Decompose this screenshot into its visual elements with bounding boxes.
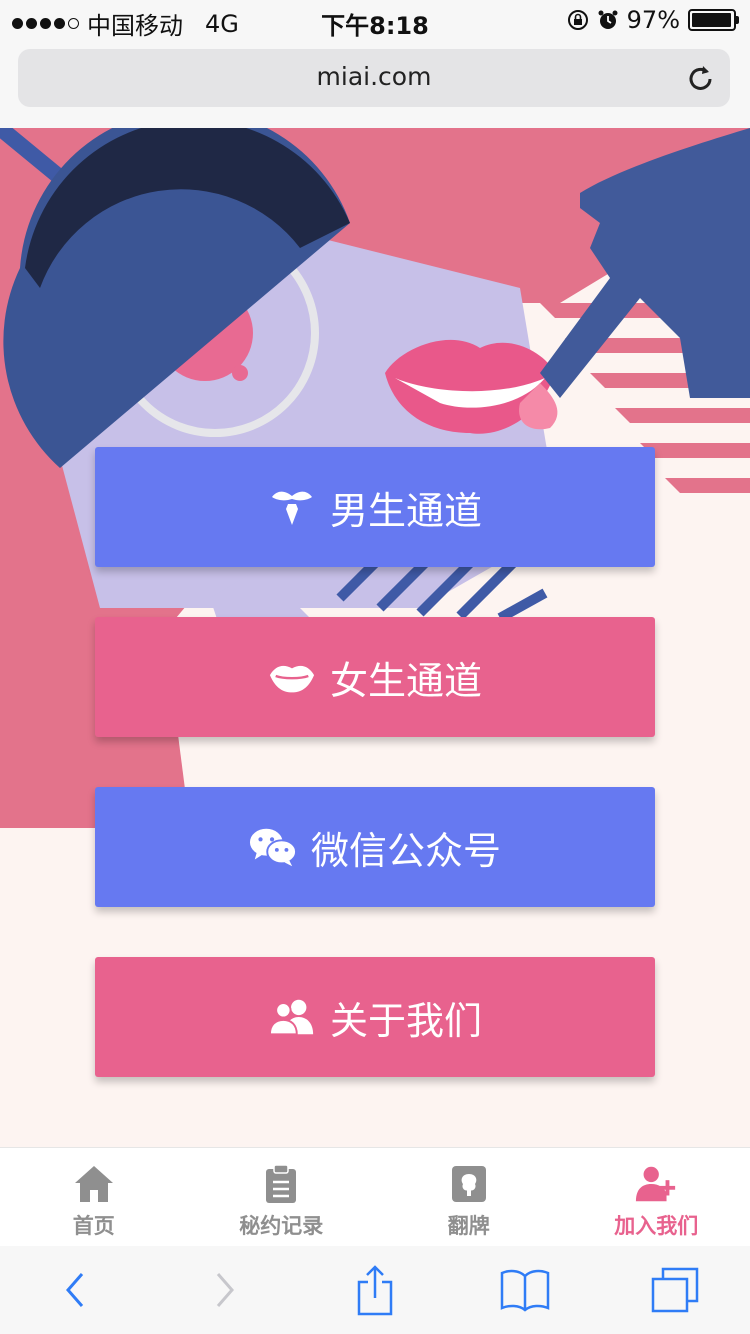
share-icon xyxy=(357,1265,393,1316)
tab-join-us[interactable]: 加入我们 xyxy=(563,1148,750,1246)
clipboard-icon xyxy=(259,1162,303,1206)
share-button[interactable] xyxy=(345,1260,405,1320)
mustache-tie-icon xyxy=(268,483,316,531)
tab-join-us-label: 加入我们 xyxy=(614,1214,699,1238)
tab-home-label: 首页 xyxy=(72,1214,115,1238)
tab-flip-card-label: 翻牌 xyxy=(447,1214,490,1238)
card-icon xyxy=(447,1162,491,1206)
about-us-label: 关于我们 xyxy=(329,998,482,1043)
tab-flip-card[interactable]: 翻牌 xyxy=(375,1148,563,1246)
book-icon xyxy=(500,1269,550,1312)
tab-date-records-label: 秘约记录 xyxy=(239,1214,324,1238)
lips-icon xyxy=(268,653,316,701)
wechat-official-account-label: 微信公众号 xyxy=(310,828,501,873)
browser-toolbar xyxy=(0,1246,750,1334)
about-us-button[interactable]: 关于我们 xyxy=(95,957,655,1077)
back-button[interactable] xyxy=(45,1260,105,1320)
browser-address-area: miai.com xyxy=(0,40,750,128)
alarm-icon xyxy=(598,10,618,29)
reload-icon[interactable] xyxy=(686,63,716,93)
address-bar[interactable]: miai.com xyxy=(18,49,730,107)
forward-button[interactable] xyxy=(195,1260,255,1320)
wechat-icon xyxy=(249,823,297,871)
male-channel-button[interactable]: 男生通道 xyxy=(95,447,655,567)
tab-home[interactable]: 首页 xyxy=(0,1148,188,1246)
chevron-left-icon xyxy=(66,1273,84,1307)
female-channel-label: 女生通道 xyxy=(329,658,482,703)
home-icon xyxy=(72,1162,116,1206)
battery-icon xyxy=(688,9,739,31)
url-text: miai.com xyxy=(316,62,432,91)
tabs-button[interactable] xyxy=(645,1260,705,1320)
users-icon xyxy=(268,993,316,1041)
tab-bar: 首页 秘约记录 翻牌 加入我们 xyxy=(0,1147,750,1246)
chevron-right-icon xyxy=(216,1273,234,1307)
rotation-lock-icon xyxy=(567,10,588,30)
battery-percent: 97% xyxy=(626,6,680,34)
add-user-icon xyxy=(634,1162,678,1206)
tabs-icon xyxy=(651,1267,699,1313)
status-bar: 中国移动 4G 下午8:18 97% xyxy=(0,0,750,40)
bookmarks-button[interactable] xyxy=(495,1260,555,1320)
wechat-official-account-button[interactable]: 微信公众号 xyxy=(95,787,655,907)
male-channel-label: 男生通道 xyxy=(329,488,482,533)
tab-date-records[interactable]: 秘约记录 xyxy=(188,1148,376,1246)
female-channel-button[interactable]: 女生通道 xyxy=(95,617,655,737)
